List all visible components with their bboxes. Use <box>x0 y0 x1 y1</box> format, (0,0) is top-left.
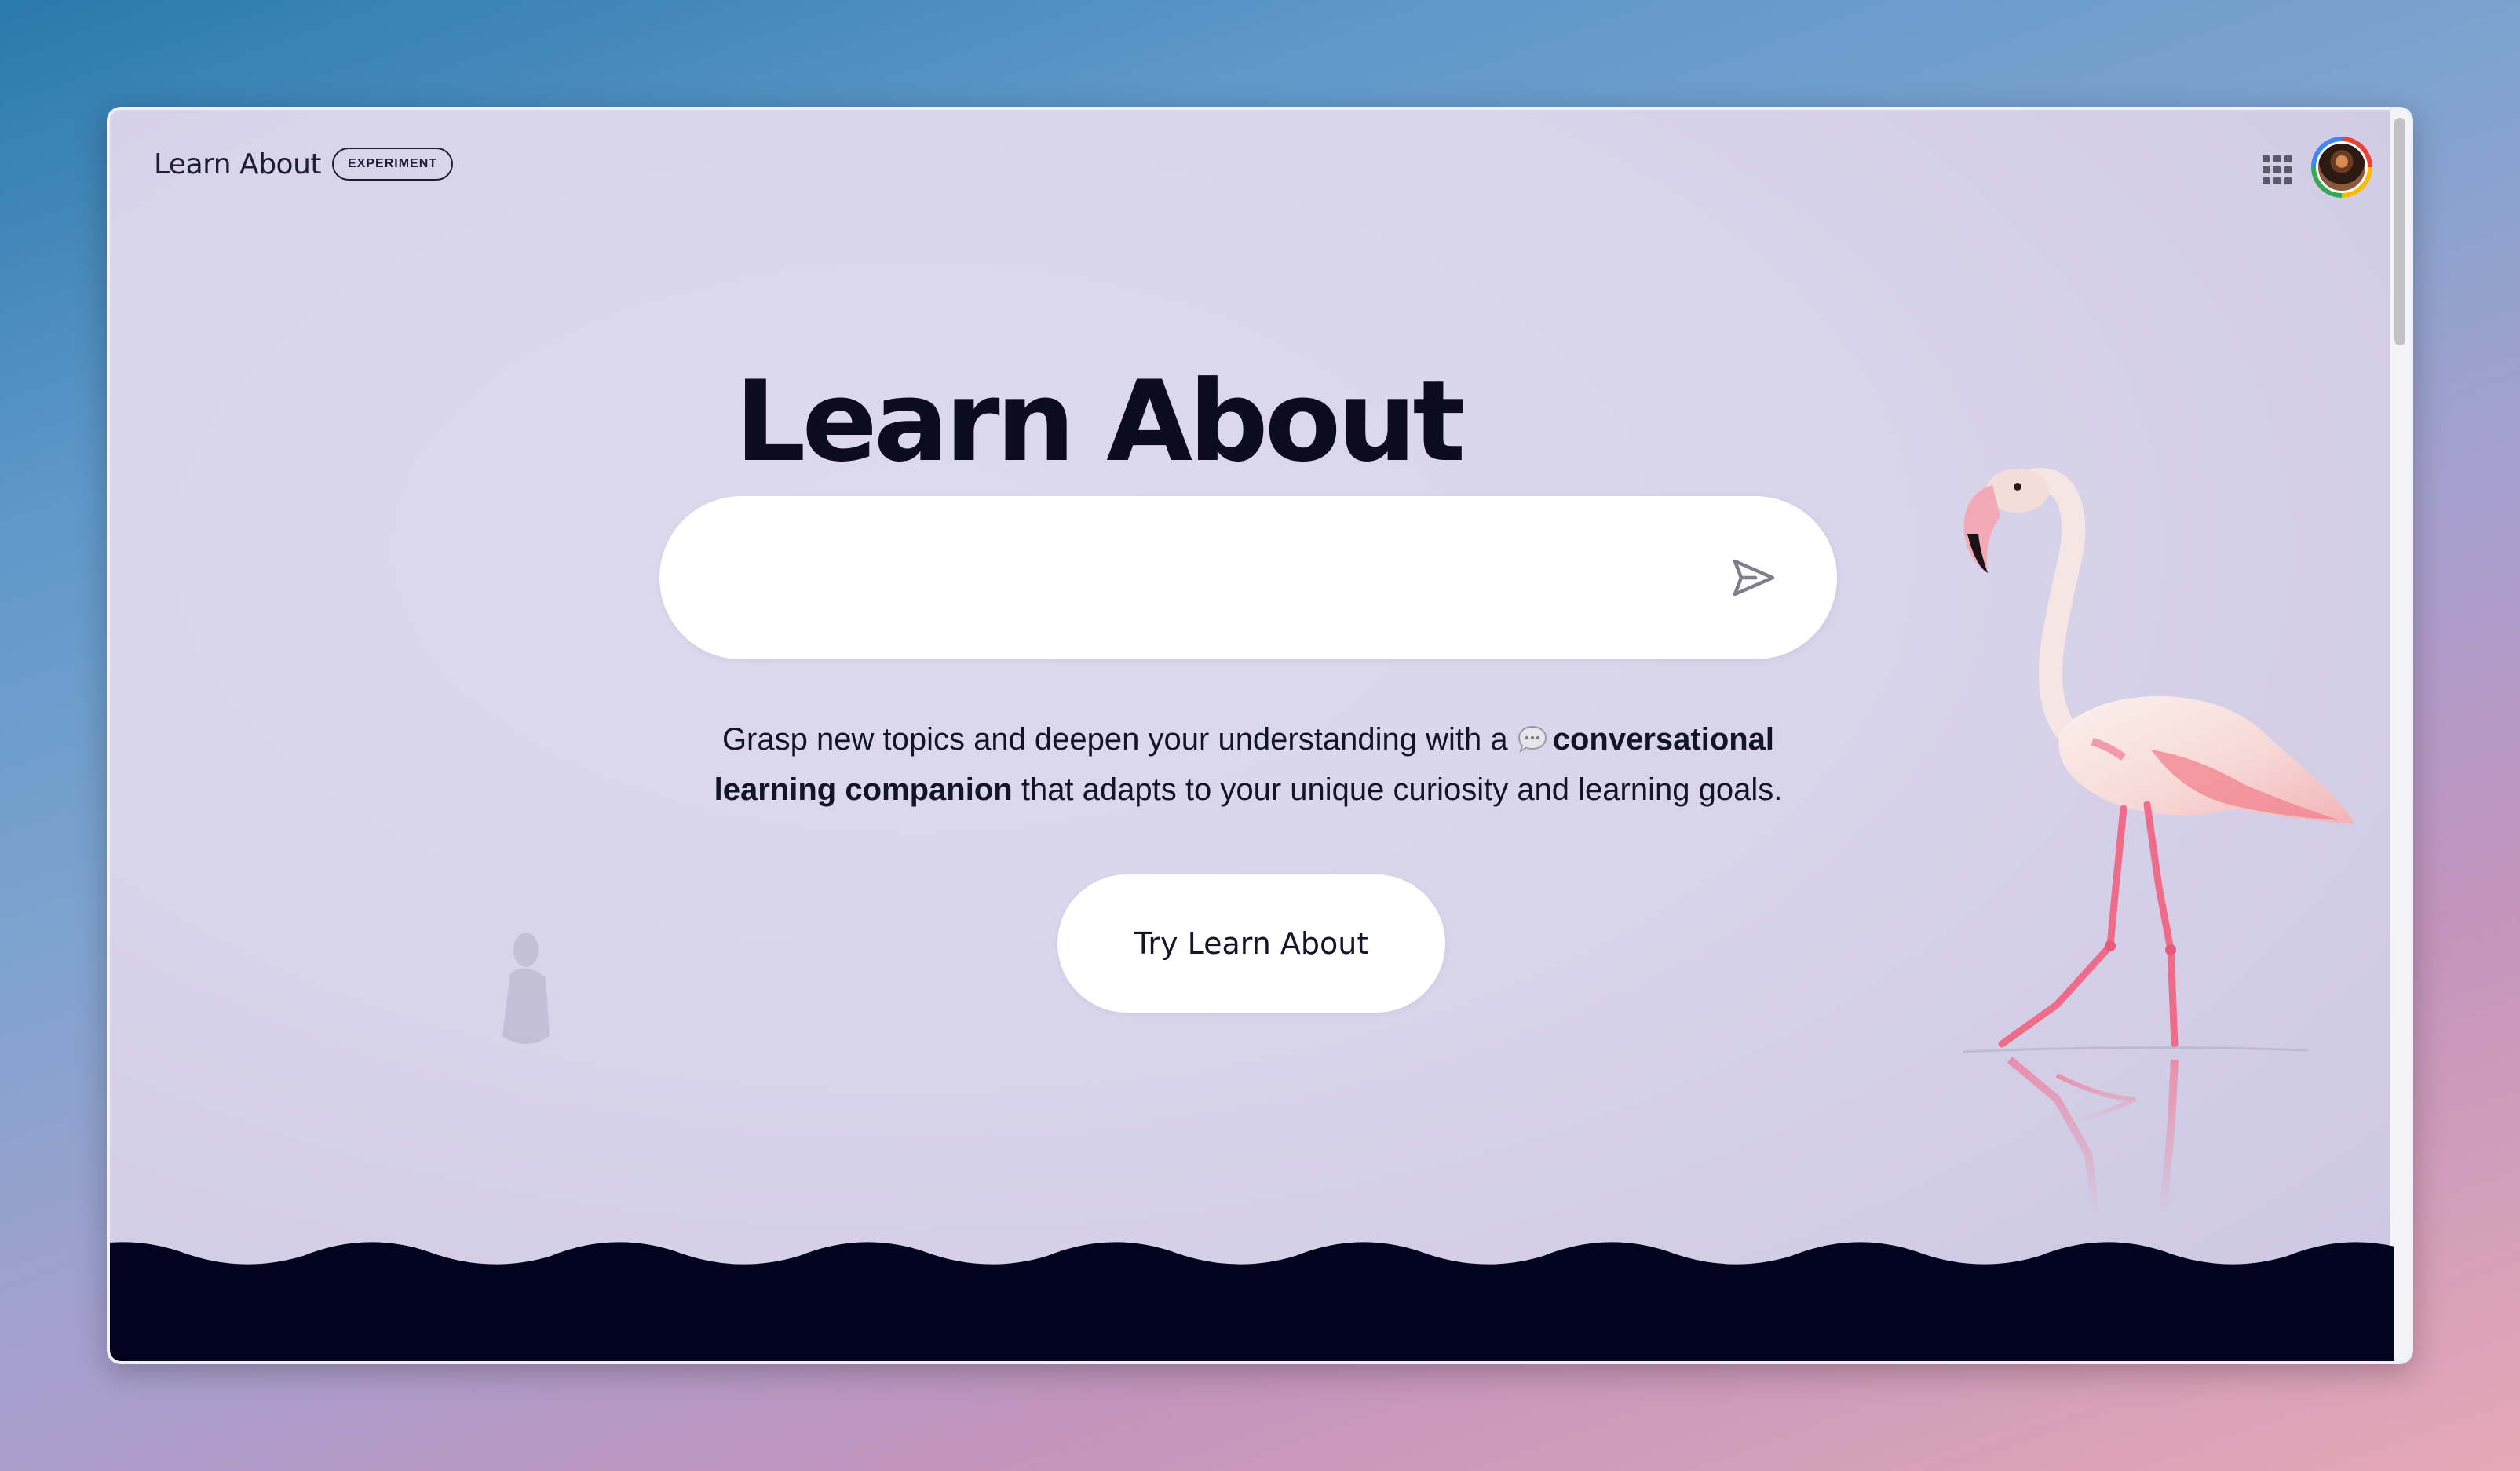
description-text-1: Grasp new topics and deepen your underst… <box>721 722 1508 757</box>
background-silhouette <box>502 933 550 1044</box>
brand-name[interactable]: Learn About <box>154 148 322 181</box>
scrollbar[interactable] <box>2390 110 2410 1361</box>
page-title: Learn About <box>735 357 1466 487</box>
browser-window: Learn About EXPERIMENT Learn About Grasp… <box>107 107 2413 1364</box>
user-avatar[interactable] <box>2311 137 2372 198</box>
apps-grid-icon[interactable] <box>2261 154 2292 185</box>
search-box[interactable] <box>659 496 1837 659</box>
avatar-image <box>2316 141 2368 193</box>
send-button[interactable] <box>1730 554 1777 601</box>
description-bold-2: learning companion <box>714 772 1013 807</box>
chat-bubble-icon <box>1517 725 1547 754</box>
send-icon <box>1733 559 1775 597</box>
flamingo-illustration <box>1962 468 2355 1217</box>
search-input[interactable] <box>714 535 1691 622</box>
scrollbar-thumb[interactable] <box>2394 118 2405 345</box>
hero-description: Grasp new topics and deepen your underst… <box>659 714 1837 815</box>
description-bold-1: conversational <box>1552 722 1775 757</box>
brand[interactable]: Learn About EXPERIMENT <box>154 148 454 181</box>
footer-wave <box>110 1242 2394 1361</box>
experiment-badge: EXPERIMENT <box>332 148 454 181</box>
try-learn-about-button[interactable]: Try Learn About <box>1057 874 1445 1013</box>
description-text-2: that adapts to your unique curiosity and… <box>1021 772 1783 807</box>
